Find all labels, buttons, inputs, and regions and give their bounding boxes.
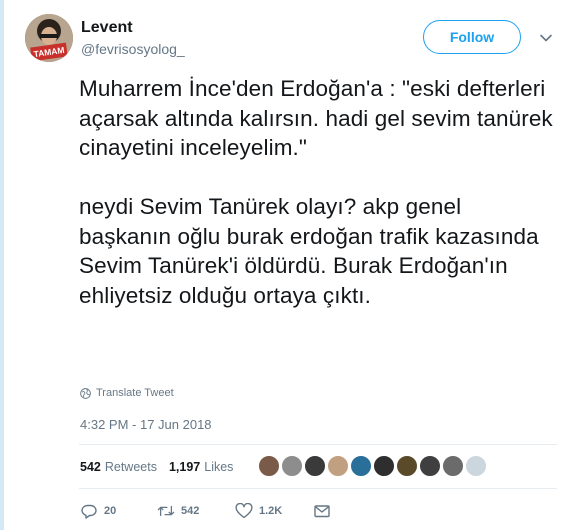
divider [79, 488, 557, 489]
retweet-icon [157, 505, 175, 517]
engagement-stats: 542 Retweets 1,197 Likes [80, 459, 233, 475]
retweets-label: Retweets [104, 460, 157, 474]
likes-count: 1,197 [168, 460, 201, 474]
liker-avatar[interactable] [442, 455, 464, 477]
liker-avatar[interactable] [350, 455, 372, 477]
liker-avatar[interactable] [327, 455, 349, 477]
retweets-stat[interactable]: 542 Retweets [80, 460, 157, 474]
liker-avatar[interactable] [419, 455, 441, 477]
tweet-paragraph: Muharrem İnce'den Erdoğan'a : "eski deft… [79, 76, 553, 160]
liker-avatar[interactable] [304, 455, 326, 477]
reply-icon [81, 504, 97, 519]
heart-icon [235, 503, 253, 519]
retweet-count: 542 [181, 505, 200, 517]
author-name[interactable]: Levent [81, 19, 133, 37]
liker-avatar[interactable] [396, 455, 418, 477]
tweet-paragraph: neydi Sevim Tanürek olayı? akp genel baş… [79, 194, 539, 308]
translate-tweet-link[interactable]: Translate Tweet [80, 387, 174, 399]
liker-avatars [258, 455, 488, 477]
tweet-timestamp[interactable]: 4:32 PM - 17 Jun 2018 [80, 417, 212, 432]
direct-message-button[interactable] [313, 503, 331, 519]
thread-rule [0, 0, 4, 530]
divider [79, 444, 557, 445]
reply-button[interactable]: 20 [80, 503, 157, 519]
like-count: 1.2K [259, 505, 283, 517]
author-handle[interactable]: @fevrisosyolog_ [81, 41, 185, 57]
avatar-image: TAMAM [25, 14, 73, 62]
liker-avatar[interactable] [465, 455, 487, 477]
retweets-count: 542 [80, 460, 101, 474]
globe-icon [80, 387, 91, 399]
chevron-down-icon[interactable] [539, 31, 553, 45]
likes-stat[interactable]: 1,197 Likes [169, 460, 233, 474]
like-button[interactable]: 1.2K [235, 503, 313, 519]
avatar[interactable]: TAMAM [25, 14, 73, 62]
liker-avatar[interactable] [258, 455, 280, 477]
tweet-text: Muharrem İnce'den Erdoğan'a : "eski deft… [79, 74, 559, 310]
liker-avatar[interactable] [373, 455, 395, 477]
retweet-button[interactable]: 542 [157, 503, 235, 519]
reply-count: 20 [104, 505, 117, 517]
likes-label: Likes [204, 460, 234, 474]
follow-button[interactable]: Follow [423, 20, 521, 54]
envelope-icon [314, 505, 330, 518]
translate-label: Translate Tweet [96, 387, 174, 399]
liker-avatar[interactable] [281, 455, 303, 477]
tweet-actions: 20 542 1.2K [80, 503, 331, 519]
